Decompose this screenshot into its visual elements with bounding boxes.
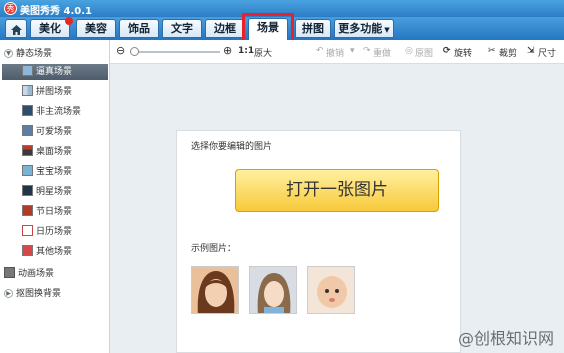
example-photo-2[interactable] [249,266,297,314]
tab-collage[interactable]: 拼图 [295,19,331,38]
sidebar-item-desktop[interactable]: 桌面场景 [22,144,108,160]
sidebar-item-star[interactable]: 明星场景 [22,184,108,200]
baby-thumb-icon [22,165,33,176]
redo-icon[interactable]: ↷ [363,46,371,56]
sidebar-item-nonmainstream[interactable]: 非主流场景 [22,104,108,120]
original-image-button[interactable]: 原图 [415,46,433,59]
resize-icon[interactable]: ⇲ [527,46,535,56]
open-image-card: 选择你要编辑的图片 打开一张图片 示例图片： [176,130,461,353]
undo-button[interactable]: 撤销 [326,46,344,59]
tab-beautify[interactable]: 美化 [30,17,73,38]
undo-dropdown-icon[interactable]: ▾ [350,46,355,56]
zoom-out-icon[interactable]: ⊖ [116,44,125,57]
sidebar-item-collage[interactable]: 拼图场景 [22,84,108,100]
sidebar-item-label: 其他场景 [36,247,73,257]
tab-label: 边框 [214,22,236,35]
group-static-scenes[interactable]: ▼ 静态场景 [4,46,52,59]
holiday-thumb-icon [22,205,33,216]
example-photo-3[interactable] [307,266,355,314]
zoom-ratio[interactable]: 1:1 [238,46,254,56]
tab-label: 美化 [39,22,61,35]
crop-button[interactable]: 裁剪 [499,46,517,59]
tab-label: 拼图 [302,22,324,35]
portrait-thumb-icon [22,65,33,76]
rotate-button[interactable]: 旋转 [454,46,472,59]
tab-frame[interactable]: 边框 [205,19,245,38]
original-size-button[interactable]: 原大 [254,46,272,59]
scene-sidebar: ▼ 静态场景 逼真场景 拼图场景 非主流场景 可爱场景 桌面场景 宝宝场景 明星场… [0,40,110,353]
sidebar-item-cute[interactable]: 可爱场景 [22,124,108,140]
crop-icon[interactable]: ✂ [488,46,496,56]
home-icon [10,25,22,35]
tab-label: 文字 [171,22,193,35]
tab-label: 更多功能 [338,22,383,35]
sidebar-item-label: 明星场景 [36,187,73,197]
tab-text[interactable]: 文字 [162,19,202,38]
zoom-in-icon[interactable]: ⊕ [223,44,232,57]
sidebar-item-label: 非主流场景 [36,107,82,117]
tab-home[interactable] [5,19,27,38]
group-label: 抠图换背景 [16,289,62,299]
sidebar-item-label: 桌面场景 [36,147,73,157]
examples-label: 示例图片： [191,244,237,254]
notification-dot [65,17,73,25]
edit-toolbar: ⊖ ⊕ 1:1 原大 ↶ 撤销 ▾ ↷ 重做 ◎ 原图 ⟳ 旋转 ✂ 裁剪 ⇲ … [110,40,564,64]
app-title: 美图秀秀 4.0.1 [20,6,92,17]
group-cutout-background[interactable]: ▶ 抠图换背景 [4,286,61,299]
collapse-icon: ▼ [4,49,13,58]
rotate-icon[interactable]: ⟳ [443,46,451,56]
zoom-slider[interactable] [130,47,220,56]
calendar-thumb-icon [22,225,33,236]
sidebar-item-label: 宝宝场景 [36,167,73,177]
canvas-area: 选择你要编辑的图片 打开一张图片 示例图片： [110,65,564,353]
sidebar-item-label: 节日场景 [36,207,73,217]
original-image-icon[interactable]: ◎ [405,46,413,56]
expand-icon: ▶ [4,289,13,298]
sidebar-item-baby[interactable]: 宝宝场景 [22,164,108,180]
sidebar-item-label: 可爱场景 [36,127,73,137]
sidebar-item-realistic[interactable]: 逼真场景 [2,64,108,80]
scene-thumb-icon [22,105,33,116]
tab-label: 美容 [85,22,107,35]
watermark: @创根知识网 [457,329,554,348]
girl-portrait-icon [250,267,296,313]
size-button[interactable]: 尺寸 [538,46,556,59]
sidebar-item-other[interactable]: 其他场景 [22,244,108,260]
baby-portrait-icon [308,267,354,313]
animation-icon [4,267,15,278]
group-label: 静态场景 [16,49,53,59]
cute-thumb-icon [22,125,33,136]
collage-thumb-icon [22,85,33,96]
chevron-down-icon: ▼ [384,26,390,34]
tab-label: 饰品 [128,22,150,35]
open-image-button[interactable]: 打开一张图片 [235,169,439,212]
star-thumb-icon [22,185,33,196]
undo-icon[interactable]: ↶ [316,46,324,56]
zoom-slider-handle[interactable] [130,47,139,56]
heart-thumb-icon [22,245,33,256]
sidebar-item-label: 逼真场景 [36,67,73,77]
tab-accessories[interactable]: 饰品 [119,19,159,38]
sidebar-item-holiday[interactable]: 节日场景 [22,204,108,220]
tab-beauty[interactable]: 美容 [76,19,116,38]
group-label: 动画场景 [18,269,55,279]
tab-more-features[interactable]: 更多功能 ▼ [334,19,394,38]
desktop-thumb-icon [22,145,33,156]
sidebar-item-label: 日历场景 [36,227,73,237]
group-animated-scenes[interactable]: 动画场景 [4,266,54,279]
sidebar-item-label: 拼图场景 [36,87,73,97]
woman-portrait-icon [192,267,238,313]
sidebar-item-calendar[interactable]: 日历场景 [22,224,108,240]
app-logo-icon: 秀 [4,2,17,15]
open-image-prompt: 选择你要编辑的图片 [191,142,273,152]
redo-button[interactable]: 重做 [373,46,391,59]
example-photo-1[interactable] [191,266,239,314]
